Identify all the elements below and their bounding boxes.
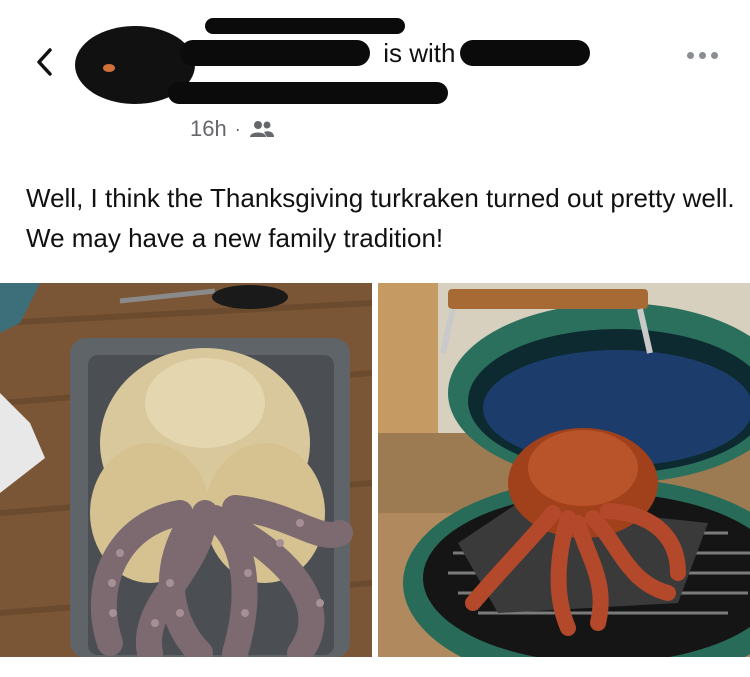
raw-turkraken-photo[interactable] — [0, 283, 372, 657]
redaction-mark — [205, 18, 405, 34]
friends-icon[interactable] — [249, 119, 275, 139]
redaction-mark — [460, 40, 590, 66]
meta-separator: · — [234, 118, 241, 139]
timestamp[interactable]: 16h — [190, 116, 227, 142]
author-name-redacted[interactable] — [196, 44, 376, 66]
post-header: is with — [196, 38, 455, 69]
more-options-button[interactable] — [687, 52, 718, 59]
with-text: is with — [383, 38, 456, 68]
chevron-left-icon — [37, 48, 52, 76]
back-button[interactable] — [30, 44, 58, 80]
redaction-mark — [168, 82, 448, 104]
more-horizontal-icon — [687, 52, 694, 59]
post-meta: 16h · — [190, 116, 275, 142]
post-text: Well, I think the Thanksgiving turkraken… — [26, 183, 735, 253]
grilled-turkraken-photo[interactable] — [378, 283, 750, 657]
